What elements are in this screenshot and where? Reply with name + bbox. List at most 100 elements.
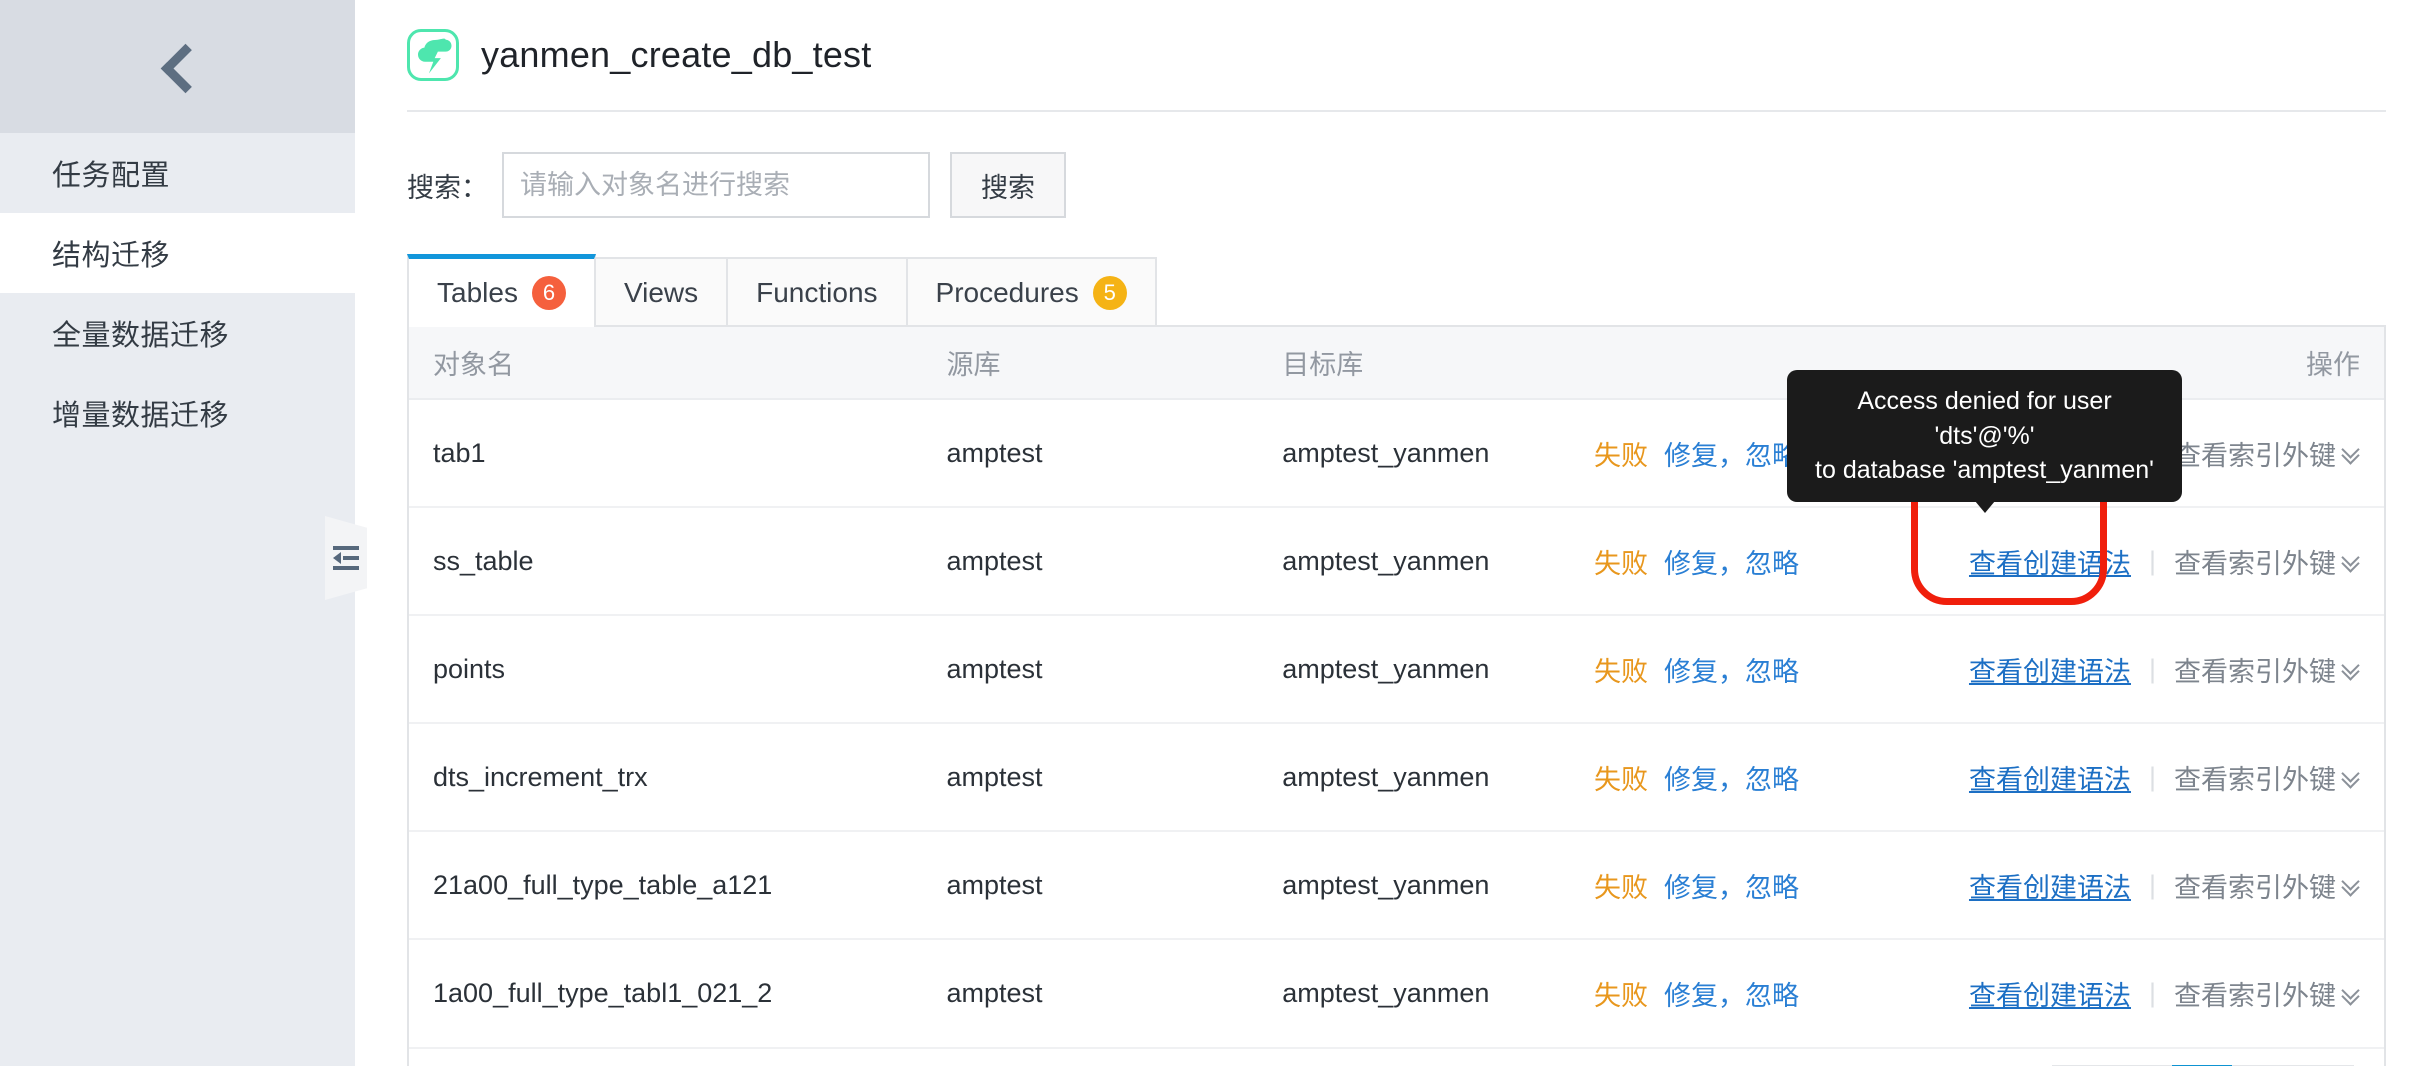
operation-divider: | [2148, 653, 2156, 684]
tab-label: Functions [756, 277, 878, 308]
view-index-foreignkey-link[interactable]: 查看索引外键 [2174, 758, 2360, 797]
cell-status: 失败 修复，忽略 [1594, 831, 1970, 940]
cell-target-db: amptest_yanmen [1258, 723, 1594, 832]
cell-object-name: 1a00_full_type_tabl1_021_2 [433, 978, 773, 1008]
cell-source-db: amptest [922, 507, 1259, 616]
sidebar-nav-list: 任务配置 结构迁移 全量数据迁移 增量数据迁移 [0, 133, 355, 453]
sidebar-item-full-data-migration[interactable]: 全量数据迁移 [0, 293, 355, 373]
search-button[interactable]: 搜索 [950, 152, 1066, 218]
page-header: yanmen_create_db_test [393, 0, 2412, 110]
chevron-down-icon [2342, 444, 2360, 462]
cell-status: 失败 修复，忽略 [1594, 723, 1970, 832]
tab-procedures[interactable]: Procedures 5 [905, 257, 1157, 327]
main-content: yanmen_create_db_test 搜索： 搜索 Tables 6 Vi… [355, 0, 2412, 1066]
status-failed-label: 失败 [1594, 872, 1648, 903]
cell-object-name: 21a00_full_type_table_a121 [409, 831, 923, 940]
table-footer: 共有6条，每页显示：20条 «‹1›» [409, 1047, 2384, 1066]
status-actions-link[interactable]: 修复，忽略 [1664, 657, 1799, 687]
status-actions-link[interactable]: 修复，忽略 [1664, 765, 1799, 795]
sidebar-item-label: 结构迁移 [52, 240, 171, 272]
table-row: 21a00_full_type_table_a121 amptest amptest… [409, 831, 2384, 940]
status-actions-link[interactable]: 修复，忽略 [1664, 873, 1799, 903]
cell-source-db: amptest [922, 831, 1259, 940]
tab-label: Procedures [935, 277, 1079, 308]
view-create-ddl-link[interactable]: 查看创建语法 [1969, 866, 2131, 905]
cell-source-db: amptest [946, 978, 1043, 1008]
search-bar: 搜索： 搜索 [393, 152, 2412, 218]
cell-status: 失败 修复，忽略 [1594, 507, 1970, 616]
status-failed-label: 失败 [1594, 981, 1648, 1011]
sidebar-back-button[interactable] [0, 0, 355, 133]
cell-operation: 查看创建语法 | 查看索引外键 [1969, 507, 2384, 616]
error-tooltip-line1: Access denied for user 'dts'@'%' [1857, 387, 2112, 450]
header-divider [407, 110, 2386, 112]
sidebar-item-incremental-data-migration[interactable]: 增量数据迁移 [0, 373, 355, 453]
chevron-down-icon [2342, 985, 2360, 1003]
status-failed-label: 失败 [1594, 548, 1648, 579]
view-create-ddl-link[interactable]: 查看创建语法 [1969, 974, 2131, 1013]
cell-target-db: amptest_yanmen [1258, 615, 1594, 724]
status-actions-link[interactable]: 修复，忽略 [1664, 981, 1799, 1011]
operation-divider: | [2148, 761, 2156, 792]
cell-target-db: amptest_yanmen [1258, 831, 1594, 940]
status-actions-link[interactable]: 修复，忽略 [1664, 549, 1799, 579]
operation-divider: | [2148, 545, 2156, 576]
view-create-ddl-link[interactable]: 查看创建语法 [1969, 542, 2131, 581]
search-label: 搜索： [407, 172, 488, 203]
view-create-ddl-link[interactable]: 查看创建语法 [1969, 650, 2131, 689]
sidebar-item-structure-migration[interactable]: 结构迁移 [0, 213, 355, 293]
sidebar-item-task-config[interactable]: 任务配置 [0, 133, 355, 213]
object-type-tabs: Tables 6 Views Functions Procedures 5 [393, 254, 2412, 327]
col-header-object-name: 对象名 [409, 327, 923, 400]
error-tooltip: Access denied for user 'dts'@'%' to data… [1787, 370, 2182, 512]
col-header-source-db: 源库 [922, 327, 1259, 400]
cell-object-name: dts_increment_trx [409, 723, 923, 832]
cell-status: 失败 修复，忽略 [1594, 615, 1970, 724]
status-failed-label: 失败 [1594, 764, 1648, 795]
cell-source-db: amptest [922, 723, 1259, 832]
cell-target-db: amptest_yanmen [1258, 399, 1594, 508]
status-failed-label: 失败 [1594, 656, 1648, 687]
view-index-foreignkey-link[interactable]: 查看索引外键 [2174, 866, 2360, 905]
table-row: ss_table amptest amptest_yanmen 失败 修复，忽略 查看创建… [409, 507, 2384, 616]
cell-object-name: points [409, 615, 923, 724]
sidebar-item-label: 全量数据迁移 [52, 320, 230, 352]
cell-target-db: amptest_yanmen [1258, 507, 1594, 616]
app-logo-icon [407, 29, 459, 81]
view-create-ddl-link[interactable]: 查看创建语法 [1969, 758, 2131, 797]
view-index-foreignkey-label: 查看索引外键 [2174, 548, 2336, 579]
sidebar-collapse-toggle[interactable] [325, 516, 367, 600]
error-tooltip-line2: to database 'amptest_yanmen' [1815, 456, 2154, 484]
view-index-foreignkey-link[interactable]: 查看索引外键 [2174, 650, 2360, 689]
tab-label: Views [623, 277, 699, 308]
operation-divider: | [2148, 869, 2156, 900]
status-actions-link[interactable]: 修复，忽略 [1664, 441, 1799, 471]
cell-operation: 查看创建语法 | 查看索引外键 [1969, 615, 2384, 724]
search-input[interactable] [502, 152, 930, 218]
table-row: points amptest amptest_yanmen 失败 修复，忽略 查看创建语法… [409, 615, 2384, 724]
view-index-foreignkey-link[interactable]: 查看索引外键 [2174, 434, 2360, 473]
cell-object-name: tab1 [409, 399, 923, 508]
cell-target-db: amptest_yanmen [1282, 978, 1490, 1008]
chevron-left-icon [156, 45, 200, 89]
cell-operation: 查看创建语法 | 查看索引外键 [1969, 939, 2384, 1047]
sidebar: 任务配置 结构迁移 全量数据迁移 增量数据迁移 [0, 0, 367, 1066]
tab-tables[interactable]: Tables 6 [407, 254, 596, 327]
view-index-foreignkey-link[interactable]: 查看索引外键 [2174, 974, 2360, 1013]
chevron-down-icon [2342, 660, 2360, 678]
tab-functions[interactable]: Functions [726, 257, 908, 327]
tab-views[interactable]: Views [593, 257, 729, 327]
app-root: 任务配置 结构迁移 全量数据迁移 增量数据迁移 yanmen_create_db… [0, 0, 2412, 1066]
collapse-panel-icon [333, 546, 359, 570]
chevron-down-icon [2342, 552, 2360, 570]
cell-status: 失败 修复，忽略 [1594, 939, 1969, 1047]
view-index-foreignkey-label: 查看索引外键 [2174, 440, 2336, 471]
col-header-target-db: 目标库 [1258, 327, 1594, 400]
tab-badge-count: 5 [1092, 276, 1127, 310]
view-index-foreignkey-link[interactable]: 查看索引外键 [2174, 542, 2360, 581]
operation-divider: | [2148, 978, 2156, 1008]
cell-source-db: amptest [922, 399, 1259, 508]
tab-label: Tables [437, 277, 518, 308]
cell-object-name: ss_table [409, 507, 923, 616]
page-title: yanmen_create_db_test [481, 34, 872, 75]
